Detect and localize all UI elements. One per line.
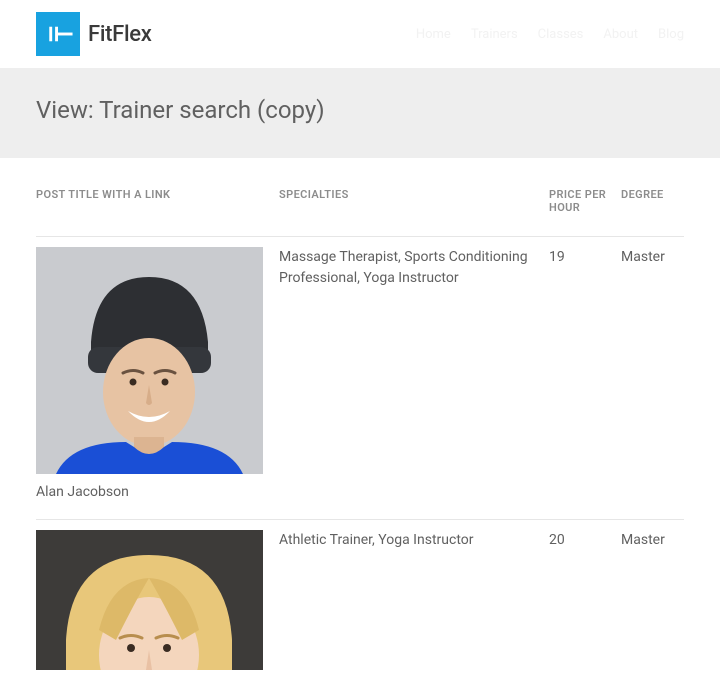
trainer-name-link[interactable]: Alan Jacobson: [36, 484, 129, 500]
cell-price: 19: [549, 237, 621, 520]
trainer-name: Alan Jacobson: [36, 482, 271, 503]
nav-item[interactable]: Classes: [538, 27, 584, 42]
cell-title: [36, 520, 279, 686]
content: POST TITLE WITH A LINK SPECIALTIES PRICE…: [0, 158, 720, 686]
logo-mark-icon: [36, 12, 80, 56]
top-nav: Home Trainers Classes About Blog: [416, 27, 684, 42]
cell-degree: Master: [621, 520, 684, 686]
specialty-link[interactable]: Athletic Trainer: [279, 532, 372, 548]
cell-title: Alan Jacobson: [36, 237, 279, 520]
nav-item[interactable]: Blog: [658, 27, 684, 42]
nav-item[interactable]: Trainers: [471, 27, 518, 42]
trainer-photo[interactable]: [36, 247, 263, 474]
table-row: Alan Jacobson Massage Therapist, Sports …: [36, 237, 684, 520]
cell-specialties: Massage Therapist, Sports Conditioning P…: [279, 237, 549, 520]
specialty-link[interactable]: Yoga Instructor: [363, 270, 458, 286]
th-specialties: SPECIALTIES: [279, 188, 549, 237]
cell-degree: Master: [621, 237, 684, 520]
trainer-photo[interactable]: [36, 530, 263, 670]
cell-specialties: Athletic Trainer, Yoga Instructor: [279, 520, 549, 686]
trainer-table: POST TITLE WITH A LINK SPECIALTIES PRICE…: [36, 188, 684, 686]
nav-item[interactable]: Home: [416, 27, 451, 42]
cell-price: 20: [549, 520, 621, 686]
specialty-link[interactable]: Massage Therapist: [279, 249, 398, 265]
nav-item[interactable]: About: [603, 27, 638, 42]
th-degree: DEGREE: [621, 188, 684, 237]
specialty-link[interactable]: Yoga Instructor: [378, 532, 473, 548]
topbar: FitFlex Home Trainers Classes About Blog: [0, 0, 720, 68]
page-title: View: Trainer search (copy): [36, 96, 684, 124]
logo-text: FitFlex: [88, 22, 152, 47]
logo[interactable]: FitFlex: [36, 12, 152, 56]
page-title-band: View: Trainer search (copy): [0, 68, 720, 158]
table-row: Athletic Trainer, Yoga Instructor 20 Mas…: [36, 520, 684, 686]
th-title: POST TITLE WITH A LINK: [36, 188, 279, 237]
th-price: PRICE PER HOUR: [549, 188, 621, 237]
table-header-row: POST TITLE WITH A LINK SPECIALTIES PRICE…: [36, 188, 684, 237]
